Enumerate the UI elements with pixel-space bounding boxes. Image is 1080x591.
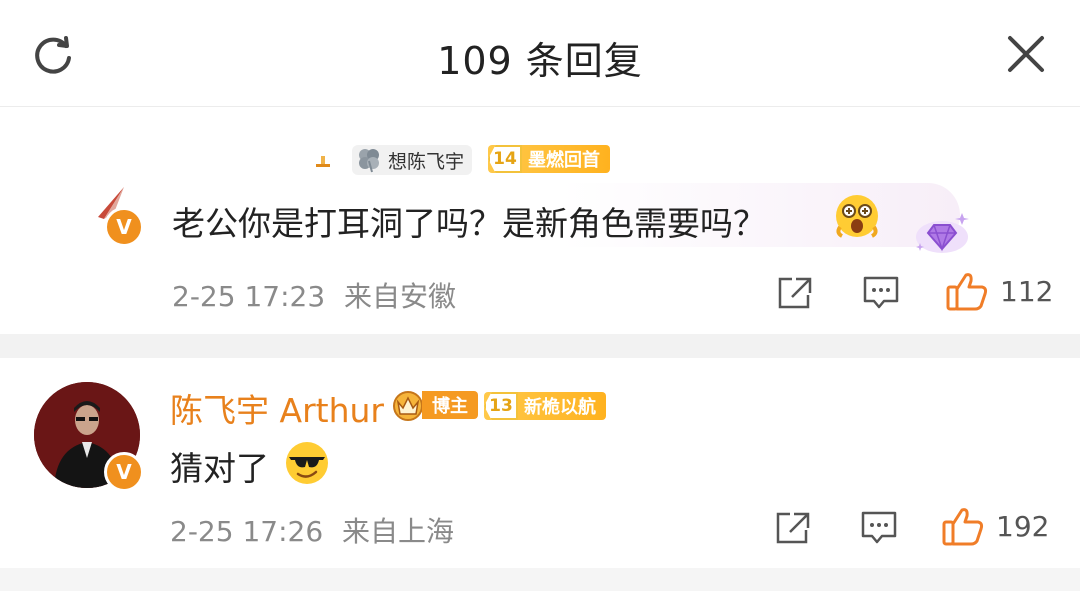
blogger-badge-label: 博主	[422, 391, 478, 419]
comment-button[interactable]	[860, 510, 898, 550]
fan-badge-label: 新桅以航	[524, 397, 596, 418]
purple-gem-sticker	[910, 207, 974, 261]
comment-item: 想陈飞宇 14 墨燃回首 V 老公你是打耳洞了吗？是新角色需要吗？ 2-25 1…	[0, 107, 1080, 334]
share-button[interactable]	[774, 510, 812, 550]
reply-user-chip[interactable]: 想陈飞宇	[352, 145, 473, 175]
share-icon	[776, 512, 810, 544]
close-button[interactable]	[1000, 28, 1052, 80]
comment-text: 老公你是打耳洞了吗？是新角色需要吗？	[172, 204, 766, 243]
bottom-strip	[0, 568, 1080, 591]
comment-icon	[861, 511, 897, 544]
like-button[interactable]	[946, 271, 988, 315]
comment-time: 2-25 17:26	[170, 515, 324, 548]
fan-level-number: 14	[488, 145, 522, 173]
like-button[interactable]	[942, 506, 984, 550]
thumbs-up-icon	[942, 508, 984, 546]
fan-badge-label: 墨燃回首	[528, 150, 600, 171]
comment-location: 来自上海	[342, 515, 455, 548]
page-title: 109 条回复	[437, 39, 643, 83]
verified-badge-icon: V	[104, 207, 144, 247]
username[interactable]: 陈飞宇 Arthur	[170, 384, 384, 432]
fan-level-number: 13	[484, 392, 518, 420]
blogger-badge: 博主	[388, 388, 478, 422]
comment-location: 来自安徽	[344, 280, 457, 313]
like-count: 112	[1000, 275, 1054, 308]
clover-icon	[359, 149, 379, 173]
surprised-face-emoji	[834, 193, 880, 243]
comment-meta: 2-25 17:23 来自安徽	[172, 275, 456, 315]
comment-icon	[863, 276, 899, 309]
comment-meta: 2-25 17:26 来自上海	[170, 510, 454, 550]
share-button[interactable]	[776, 275, 814, 315]
comment-text: 猜对了	[170, 449, 269, 488]
fan-level-badge[interactable]: 13 新桅以航	[484, 392, 606, 420]
comment-item: V 陈飞宇 Arthur 博主 13 新桅以航 猜对了 2-25 17:26 来…	[0, 358, 1080, 568]
close-icon	[1008, 36, 1044, 72]
comment-time: 2-25 17:23	[172, 280, 326, 313]
divider	[0, 334, 1080, 358]
share-icon	[778, 277, 812, 309]
reply-indicator-icon	[316, 147, 330, 169]
like-count: 192	[996, 510, 1050, 543]
reply-user-name: 想陈飞宇	[388, 150, 465, 173]
thumbs-up-icon	[946, 273, 988, 311]
comment-button[interactable]	[862, 275, 900, 315]
top-bar: 109 条回复	[0, 0, 1080, 107]
verified-badge-icon: V	[104, 452, 144, 492]
sunglasses-face-emoji	[284, 440, 330, 490]
fan-level-badge[interactable]: 14 墨燃回首	[488, 145, 610, 173]
